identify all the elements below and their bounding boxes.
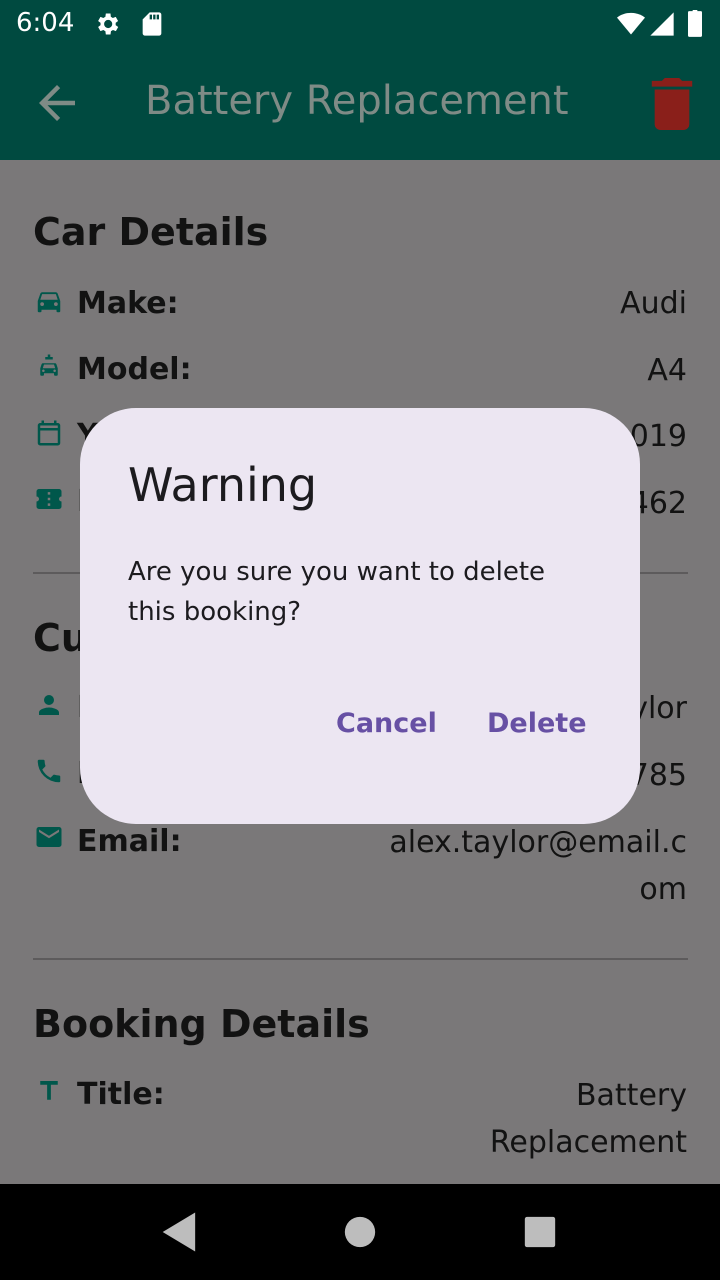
car-icon	[37, 292, 61, 313]
text-title-icon	[40, 1081, 58, 1100]
row-value-title: Battery Replacement	[489, 1078, 687, 1160]
page-title: Battery Replacement	[145, 78, 569, 124]
sd-card-icon	[142, 12, 162, 36]
row-label-model: Model:	[77, 352, 192, 387]
ticket-icon	[36, 489, 62, 509]
home-circle-icon[interactable]	[334, 1206, 386, 1258]
row-label-make: Make:	[77, 286, 179, 321]
signal-icon	[650, 12, 674, 36]
row-label-email: Email:	[77, 824, 182, 859]
trash-icon[interactable]	[650, 78, 694, 130]
section-title-booking-details: Booking Details	[33, 1002, 370, 1046]
app-bar: Battery Replacement	[0, 48, 720, 160]
section-title-car-details: Car Details	[33, 210, 269, 254]
status-time: 6:04	[16, 8, 75, 38]
navigation-bar	[0, 1184, 720, 1280]
arrow-back-icon[interactable]	[30, 76, 84, 130]
warning-dialog: Warning Are you sure you want to delete …	[80, 408, 640, 824]
dialog-message: Are you sure you want to delete this boo…	[128, 557, 546, 627]
gear-icon	[98, 13, 119, 35]
row-value-model: A4	[647, 353, 687, 388]
back-triangle-icon[interactable]	[154, 1206, 206, 1258]
calendar-icon	[37, 420, 61, 446]
email-icon	[36, 827, 62, 847]
wifi-icon	[617, 12, 645, 35]
dialog-title: Warning	[128, 458, 318, 512]
delete-confirm-button[interactable]: Delete	[487, 708, 587, 739]
recents-square-icon[interactable]	[514, 1206, 566, 1258]
row-value-email: alex.taylor@email.c om	[389, 825, 687, 907]
car-rental-icon	[40, 354, 58, 376]
phone-icon	[37, 759, 61, 783]
row-label-title: Title:	[77, 1077, 165, 1112]
cancel-button[interactable]: Cancel	[336, 708, 437, 739]
divider	[33, 958, 688, 960]
person-icon	[39, 695, 59, 715]
battery-icon	[688, 10, 702, 37]
status-bar: 6:04	[0, 0, 720, 48]
row-value-make: Audi	[620, 286, 687, 321]
